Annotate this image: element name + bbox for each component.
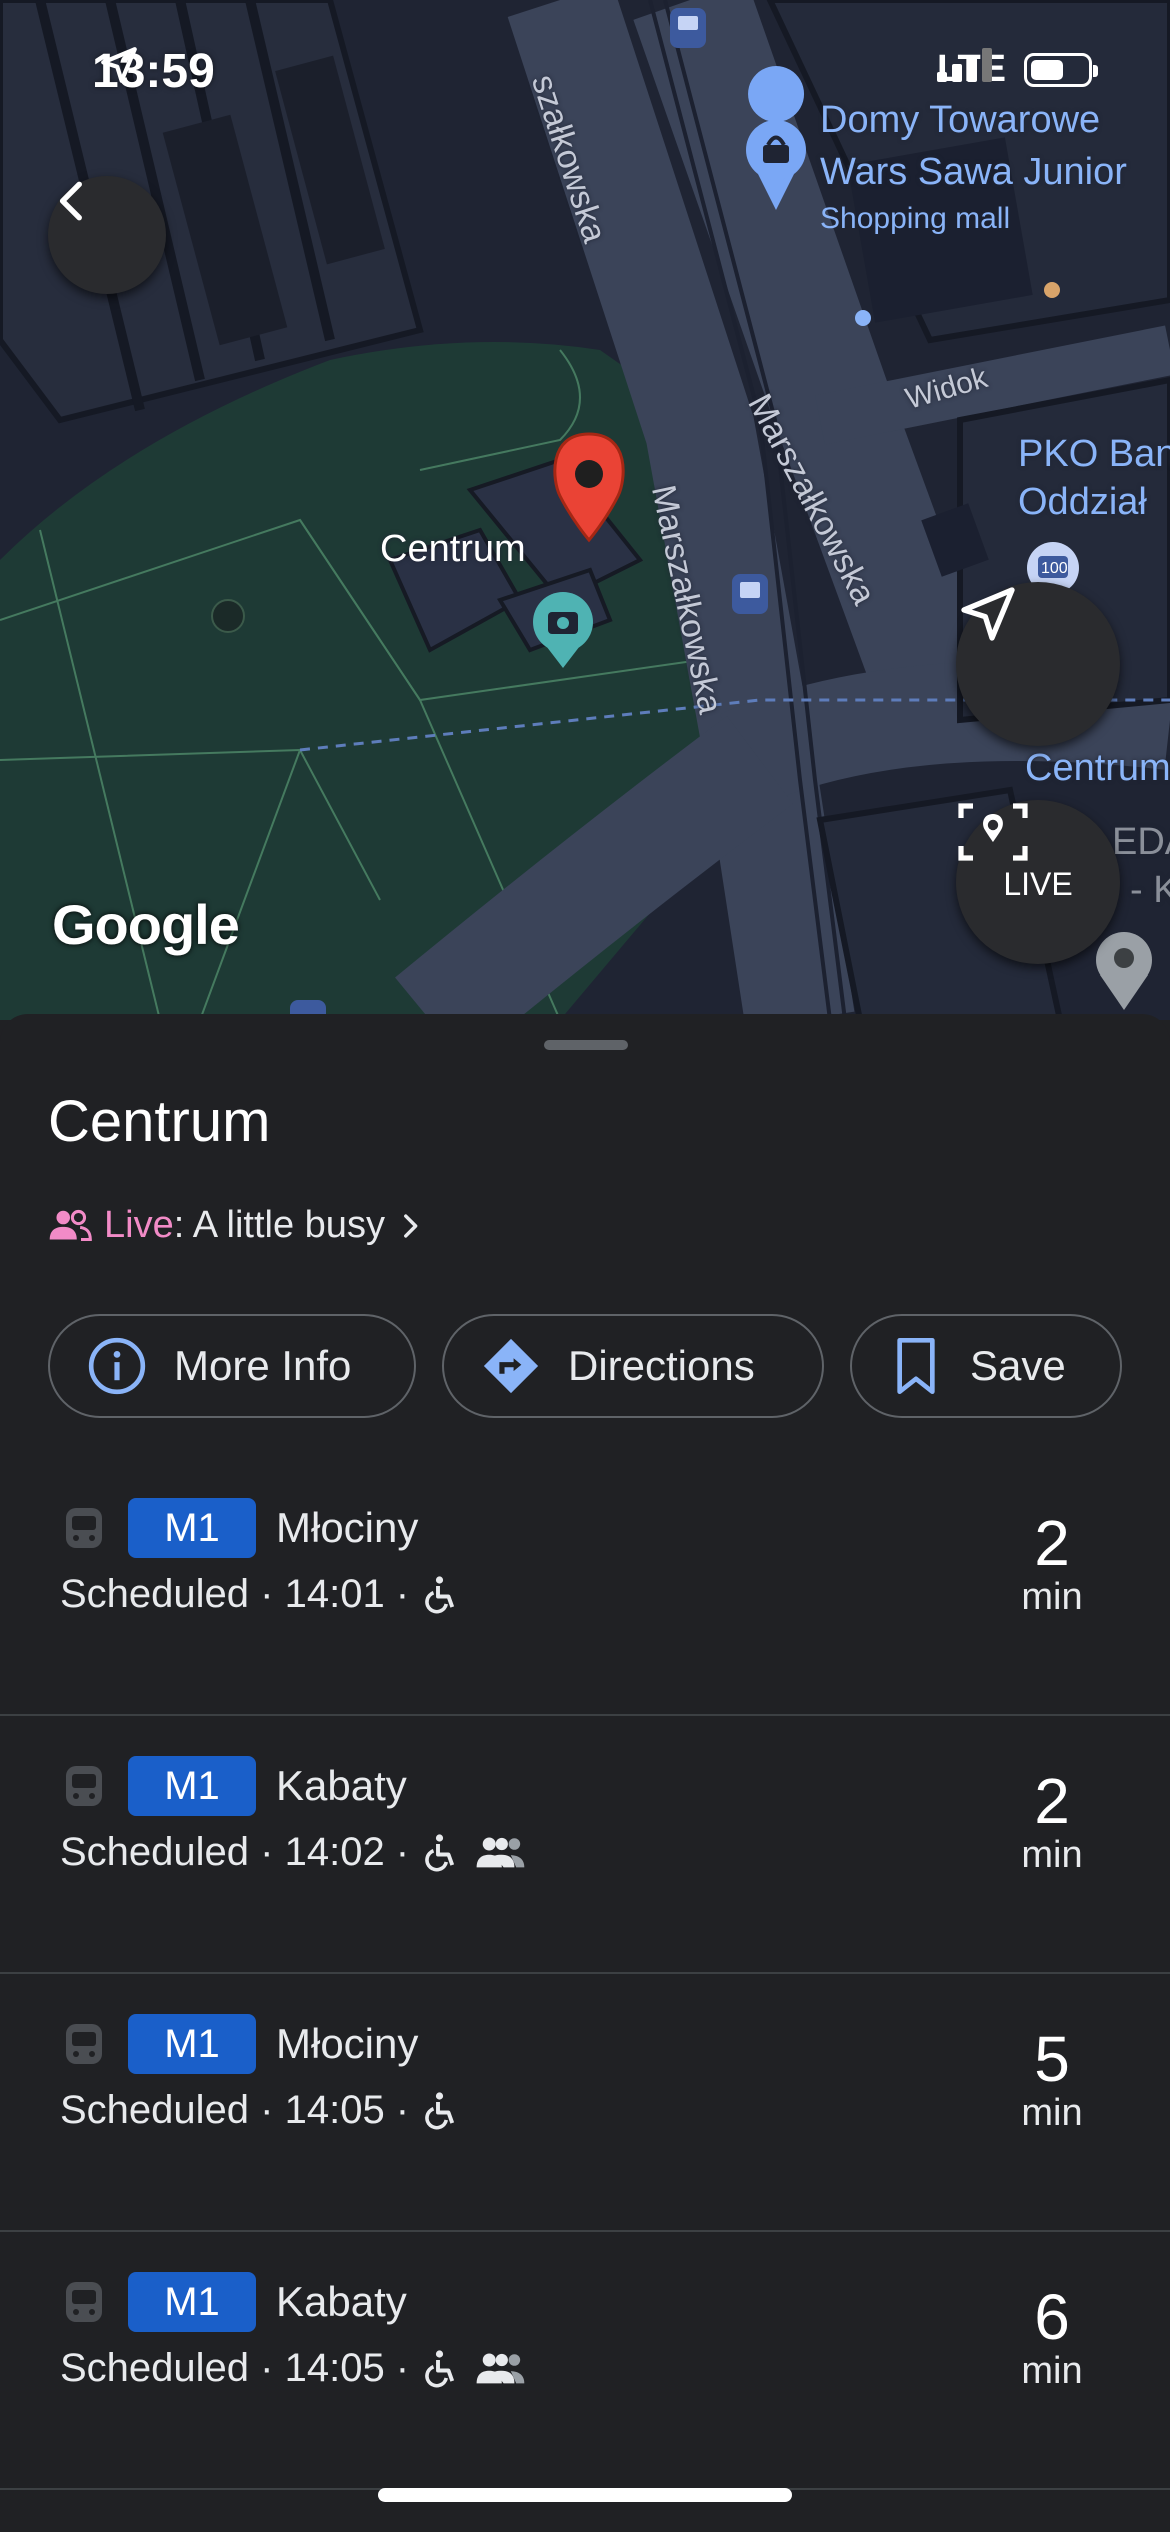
battery-icon xyxy=(1024,52,1098,87)
more-info-button[interactable]: More Info xyxy=(48,1314,416,1418)
location-arrow-icon xyxy=(101,47,137,83)
eta-minutes: 6 xyxy=(1034,2281,1070,2353)
poi-mall-name-line2[interactable]: Wars Sawa Junior xyxy=(820,152,1127,192)
schedule-text: Scheduled · 14:05 · xyxy=(60,2346,410,2390)
back-button[interactable] xyxy=(48,176,166,294)
departure-details: Scheduled · 14:02 · xyxy=(60,1830,527,1875)
metro-icon xyxy=(66,1766,102,1806)
line-badge: M1 xyxy=(128,1756,256,1816)
live-busyness-row[interactable]: Live : A little busy xyxy=(48,1204,427,1247)
arrival-eta: 2 min xyxy=(992,1510,1112,1619)
eta-unit: min xyxy=(1021,1834,1083,1876)
google-attribution-logo: Google xyxy=(52,893,240,956)
departure-details: Scheduled · 14:05 · xyxy=(60,2088,459,2133)
poi-centrum-right[interactable]: Centrum xyxy=(1025,748,1170,788)
my-location-button[interactable] xyxy=(956,582,1120,746)
directions-icon xyxy=(483,1338,539,1394)
arrival-eta: 5 min xyxy=(992,2026,1112,2135)
navigation-arrow-icon xyxy=(961,587,1015,641)
poi-cut-line2: - K xyxy=(1130,869,1170,911)
place-bottom-sheet[interactable]: Centrum Live : A little busy More Info D… xyxy=(0,1014,1170,2532)
info-icon xyxy=(88,1337,146,1395)
place-title: Centrum xyxy=(48,1089,271,1154)
departure-row[interactable]: M1 Kabaty Scheduled · 14:02 · 2 min xyxy=(0,1716,1170,1974)
sheet-drag-handle[interactable] xyxy=(544,1040,628,1050)
wheelchair-accessible-icon xyxy=(425,1575,455,1613)
destination: Kabaty xyxy=(276,2278,407,2325)
poi-cut-line1: EDA xyxy=(1112,821,1170,863)
line-badge: M1 xyxy=(128,2272,256,2332)
directions-button[interactable]: Directions xyxy=(442,1314,824,1418)
status-time: 13:59 xyxy=(92,44,215,99)
live-view-icon xyxy=(958,803,1028,861)
bookmark-icon xyxy=(897,1338,935,1394)
line-badge: M1 xyxy=(128,2014,256,2074)
signal-strength-icon xyxy=(937,48,993,82)
departure-header: M1 Kabaty xyxy=(60,2272,407,2332)
metro-icon xyxy=(66,2024,102,2064)
poi-bank-line2[interactable]: Oddział xyxy=(1018,482,1147,522)
chevron-right-icon xyxy=(404,1213,418,1238)
eta-unit: min xyxy=(1021,1576,1083,1618)
live-view-label: LIVE xyxy=(1003,865,1073,902)
live-label: Live xyxy=(104,1204,174,1246)
departure-details: Scheduled · 14:05 · xyxy=(60,2346,527,2391)
live-status-text: : A little busy xyxy=(173,1204,385,1246)
wheelchair-accessible-icon xyxy=(425,1833,455,1871)
tram-stop-icon xyxy=(732,574,768,614)
schedule-text: Scheduled · 14:01 · xyxy=(60,1572,410,1616)
crowd-level-icon xyxy=(476,1837,525,1867)
chevron-left-icon xyxy=(59,181,82,221)
home-indicator[interactable] xyxy=(378,2488,792,2502)
line-badge: M1 xyxy=(128,1498,256,1558)
arrival-eta: 2 min xyxy=(992,1768,1112,1877)
save-button[interactable]: Save xyxy=(850,1314,1122,1418)
departure-header: M1 Kabaty xyxy=(60,1756,407,1816)
live-view-button[interactable]: LIVE xyxy=(956,800,1120,964)
schedule-text: Scheduled · 14:02 · xyxy=(60,1830,410,1874)
metro-icon xyxy=(66,2282,102,2322)
poi-mall-category: Shopping mall xyxy=(820,202,1011,235)
wheelchair-accessible-icon xyxy=(425,2091,455,2129)
poi-bank-line1[interactable]: PKO Ban xyxy=(1018,434,1170,474)
eta-unit: min xyxy=(1021,2350,1083,2392)
bus-stop-number: 100 xyxy=(1041,560,1068,577)
destination: Kabaty xyxy=(276,1762,407,1809)
selected-place-map-label[interactable]: Centrum xyxy=(380,528,526,571)
poi-mall-name-line1[interactable]: Domy Towarowe xyxy=(820,100,1100,140)
eta-minutes: 2 xyxy=(1034,1765,1070,1837)
eta-unit: min xyxy=(1021,2092,1083,2134)
departure-details: Scheduled · 14:01 · xyxy=(60,1572,459,1617)
action-chips: More Info Directions Save xyxy=(48,1314,1122,1418)
people-icon xyxy=(49,1209,92,1241)
map-view[interactable]: szałkowska Marszałkowska Marszałkowska W… xyxy=(0,0,1170,1020)
save-label: Save xyxy=(970,1342,1066,1389)
directions-label: Directions xyxy=(568,1342,755,1389)
departure-row[interactable]: M1 Młociny Scheduled · 14:05 · 5 min xyxy=(0,1974,1170,2232)
eta-minutes: 5 xyxy=(1034,2023,1070,2095)
more-info-label: More Info xyxy=(174,1342,352,1389)
wheelchair-accessible-icon xyxy=(425,2349,455,2387)
schedule-text: Scheduled · 14:05 · xyxy=(60,2088,410,2132)
eta-minutes: 2 xyxy=(1034,1507,1070,1579)
metro-icon xyxy=(66,1508,102,1548)
destination: Młociny xyxy=(276,2020,419,2067)
crowd-level-icon xyxy=(476,2353,525,2383)
departure-header: M1 Młociny xyxy=(60,1498,418,1558)
departure-row[interactable]: M1 Młociny Scheduled · 14:01 · 2 min xyxy=(0,1458,1170,1716)
bus-stop-icon xyxy=(670,8,706,48)
destination: Młociny xyxy=(276,1504,419,1551)
arrival-eta: 6 min xyxy=(992,2284,1112,2393)
departure-header: M1 Młociny xyxy=(60,2014,418,2074)
status-indicators: LTE xyxy=(937,48,1098,91)
departure-row[interactable]: M1 Kabaty Scheduled · 14:05 · 6 min xyxy=(0,2232,1170,2490)
